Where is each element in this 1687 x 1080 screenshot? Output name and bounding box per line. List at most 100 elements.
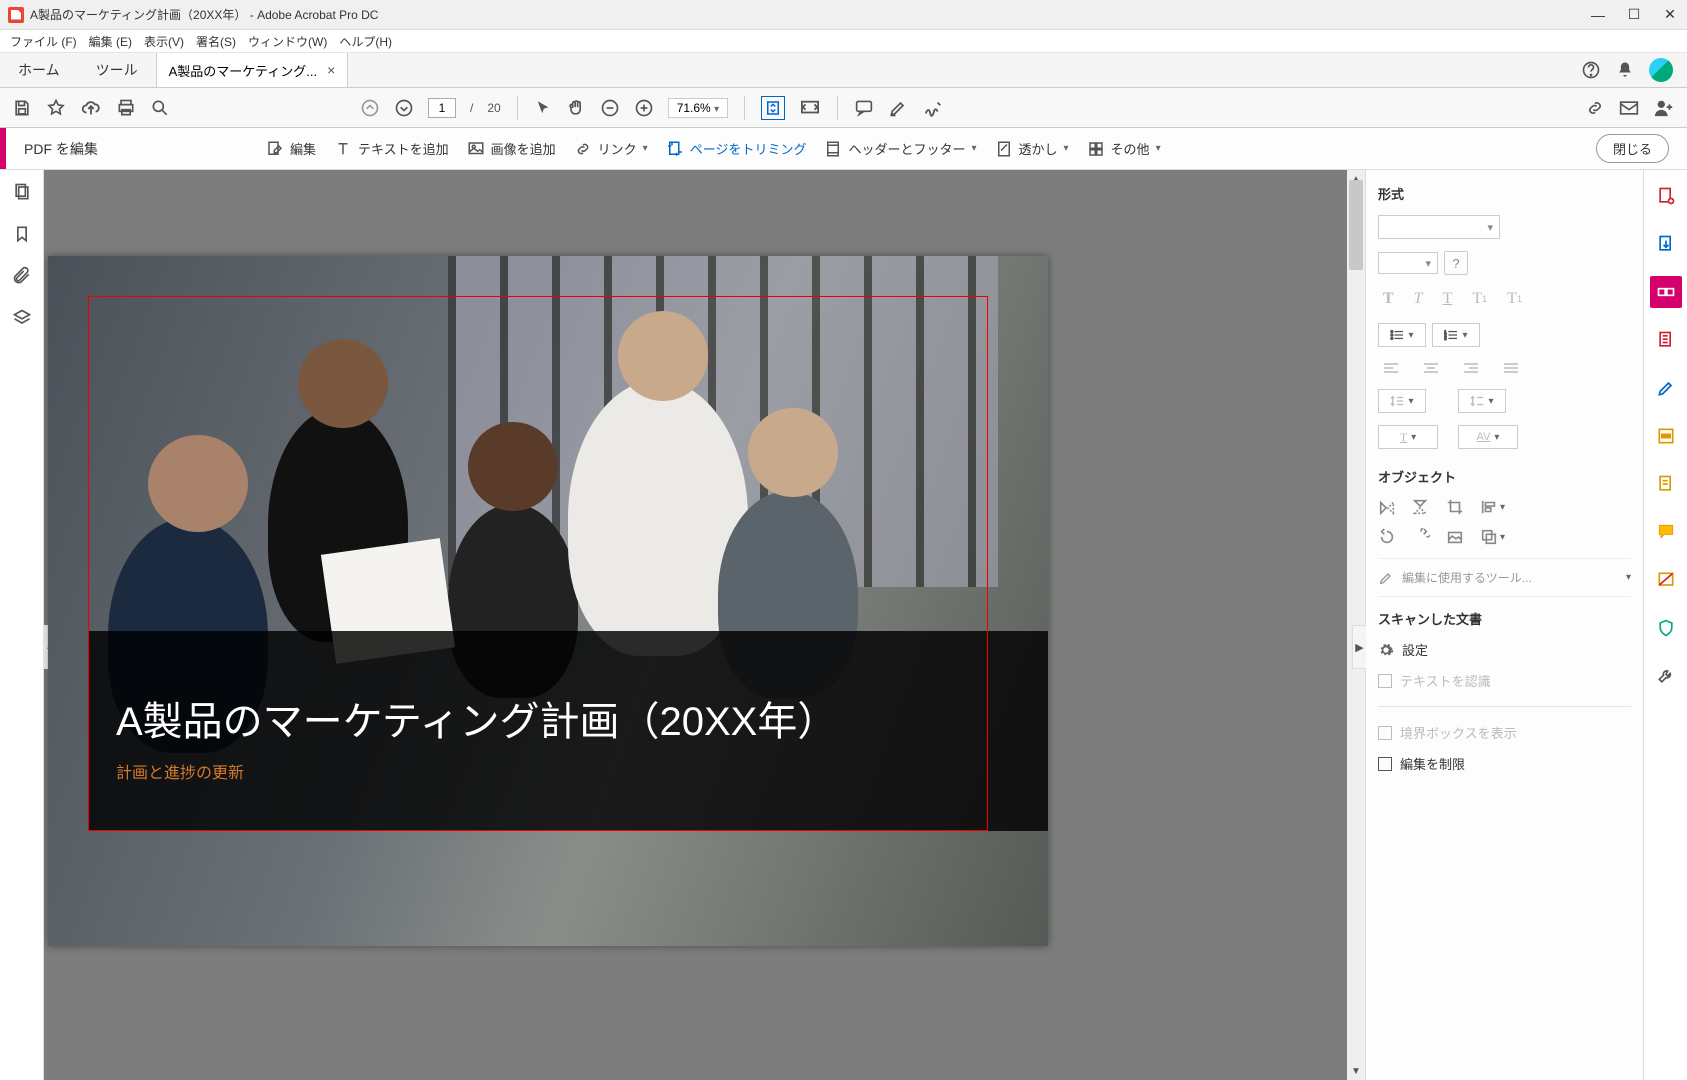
rail-prepare-form-icon[interactable]: [1650, 468, 1682, 500]
underline-icon[interactable]: T: [1438, 287, 1458, 311]
crop-icon[interactable]: [1446, 498, 1464, 516]
align-right-icon[interactable]: [1458, 359, 1484, 377]
pointer-icon[interactable]: [534, 99, 552, 117]
bold-icon[interactable]: T: [1378, 287, 1399, 311]
close-window-button[interactable]: ✕: [1661, 6, 1679, 24]
arrange-icon[interactable]: ▾: [1480, 528, 1505, 546]
rail-create-pdf-icon[interactable]: [1650, 180, 1682, 212]
fit-page-icon[interactable]: [761, 96, 785, 120]
menu-window[interactable]: ウィンドウ(W): [242, 31, 333, 52]
rail-protect-icon[interactable]: [1650, 612, 1682, 644]
svg-text:3: 3: [1445, 336, 1448, 341]
font-size-dropdown[interactable]: ▾: [1378, 252, 1438, 274]
account-avatar[interactable]: [1649, 58, 1673, 82]
superscript-icon[interactable]: T1: [1467, 287, 1492, 311]
print-icon[interactable]: [116, 98, 136, 118]
collapse-right-panel-icon[interactable]: ▶: [1352, 625, 1366, 669]
rail-sign-icon[interactable]: [1650, 372, 1682, 404]
menu-sign[interactable]: 署名(S): [190, 31, 242, 52]
pdf-page[interactable]: A製品のマーケティング計画（20XX年） 計画と進捗の更新: [48, 256, 1048, 946]
paragraph-spacing-button[interactable]: ▾: [1458, 389, 1506, 413]
comment-icon[interactable]: [854, 99, 874, 117]
minimize-button[interactable]: —: [1589, 6, 1607, 24]
bookmark-icon[interactable]: [12, 224, 32, 244]
layers-icon[interactable]: [12, 308, 32, 328]
menu-view[interactable]: 表示(V): [138, 31, 190, 52]
tool-add-text[interactable]: テキストを追加: [334, 139, 449, 158]
rail-comment-icon[interactable]: [1650, 516, 1682, 548]
share-link-icon[interactable]: [1585, 98, 1605, 118]
flip-vertical-icon[interactable]: [1412, 498, 1430, 516]
replace-image-icon[interactable]: [1446, 528, 1464, 546]
attachment-icon[interactable]: [12, 266, 32, 286]
align-left-icon[interactable]: [1378, 359, 1404, 377]
thumbnails-icon[interactable]: [12, 182, 32, 202]
align-center-icon[interactable]: [1418, 359, 1444, 377]
highlight-icon[interactable]: [888, 98, 908, 118]
tool-watermark[interactable]: 透かし▾: [995, 139, 1069, 158]
horizontal-scale-button[interactable]: T ▾: [1378, 425, 1438, 449]
close-edit-button[interactable]: 閉じる: [1596, 134, 1669, 163]
font-family-dropdown[interactable]: ▾: [1378, 215, 1631, 239]
page-up-icon[interactable]: [360, 98, 380, 118]
bullet-list-button[interactable]: ▾: [1378, 323, 1426, 347]
doc-tab-close-icon[interactable]: ×: [327, 62, 335, 78]
edit-tools-link[interactable]: 編集に使用するツール... ▾: [1378, 558, 1631, 597]
save-icon[interactable]: [12, 98, 32, 118]
scroll-down-icon[interactable]: ▼: [1347, 1062, 1365, 1080]
zoom-out-icon[interactable]: [600, 98, 620, 118]
menu-edit[interactable]: 編集 (E): [83, 31, 138, 52]
tab-document[interactable]: A製品のマーケティング... ×: [156, 53, 349, 87]
rotate-ccw-icon[interactable]: [1378, 528, 1396, 546]
align-justify-icon[interactable]: [1498, 359, 1524, 377]
rotate-cw-icon[interactable]: [1412, 528, 1430, 546]
page-down-icon[interactable]: [394, 98, 414, 118]
scroll-thumb[interactable]: [1349, 180, 1363, 270]
menu-help[interactable]: ヘルプ(H): [333, 31, 398, 52]
tool-edit[interactable]: 編集: [266, 139, 316, 158]
title-block[interactable]: A製品のマーケティング計画（20XX年） 計画と進捗の更新: [88, 631, 1048, 831]
fit-width-icon[interactable]: [799, 99, 821, 117]
page-number-input[interactable]: [428, 98, 456, 118]
signature-icon[interactable]: [922, 98, 944, 118]
font-help-icon[interactable]: ?: [1444, 251, 1468, 275]
tab-tools[interactable]: ツール: [78, 53, 156, 87]
line-spacing-button[interactable]: ▾: [1378, 389, 1426, 413]
numbered-list-button[interactable]: 123▾: [1432, 323, 1480, 347]
bell-icon[interactable]: [1615, 60, 1635, 80]
object-tools-row2: ▾: [1378, 528, 1631, 546]
cloud-upload-icon[interactable]: [80, 98, 102, 118]
align-objects-icon[interactable]: ▾: [1480, 498, 1505, 516]
zoom-value[interactable]: 71.6% ▾: [668, 98, 728, 118]
rail-organize-icon[interactable]: [1650, 324, 1682, 356]
italic-icon[interactable]: T: [1409, 287, 1428, 311]
star-icon[interactable]: [46, 98, 66, 118]
tab-home[interactable]: ホーム: [0, 53, 78, 87]
add-person-icon[interactable]: [1653, 98, 1675, 118]
document-viewport[interactable]: ◀ A製品のマーケティング計画（20XX年） 計画と進捗の更新 ▲ ▼: [44, 170, 1365, 1080]
rail-more-tools-icon[interactable]: [1650, 660, 1682, 692]
restrict-edit-checkbox[interactable]: 編集を制限: [1378, 754, 1631, 773]
slide-title: A製品のマーケティング計画（20XX年）: [116, 689, 1020, 747]
tool-other[interactable]: その他▾: [1087, 139, 1161, 158]
rail-export-pdf-icon[interactable]: [1650, 228, 1682, 260]
email-icon[interactable]: [1619, 98, 1639, 118]
subscript-icon[interactable]: T1: [1502, 287, 1527, 311]
search-icon[interactable]: [150, 98, 170, 118]
settings-link[interactable]: 設定: [1378, 640, 1631, 659]
scanned-section-title: スキャンした文書: [1378, 609, 1631, 628]
tool-crop-pages[interactable]: ページをトリミング: [666, 139, 807, 158]
tool-header-footer[interactable]: ヘッダーとフッター▾: [824, 139, 976, 158]
menu-file[interactable]: ファイル (F): [4, 31, 83, 52]
tool-add-image[interactable]: 画像を追加: [467, 139, 556, 158]
zoom-in-icon[interactable]: [634, 98, 654, 118]
rail-edit-pdf-icon[interactable]: [1650, 276, 1682, 308]
tool-link[interactable]: リンク▾: [574, 139, 648, 158]
rail-compare-icon[interactable]: [1650, 564, 1682, 596]
rail-redact-icon[interactable]: [1650, 420, 1682, 452]
char-spacing-button[interactable]: AV ▾: [1458, 425, 1518, 449]
help-icon[interactable]: [1581, 60, 1601, 80]
hand-icon[interactable]: [566, 98, 586, 118]
maximize-button[interactable]: ☐: [1625, 6, 1643, 24]
flip-horizontal-icon[interactable]: [1378, 498, 1396, 516]
